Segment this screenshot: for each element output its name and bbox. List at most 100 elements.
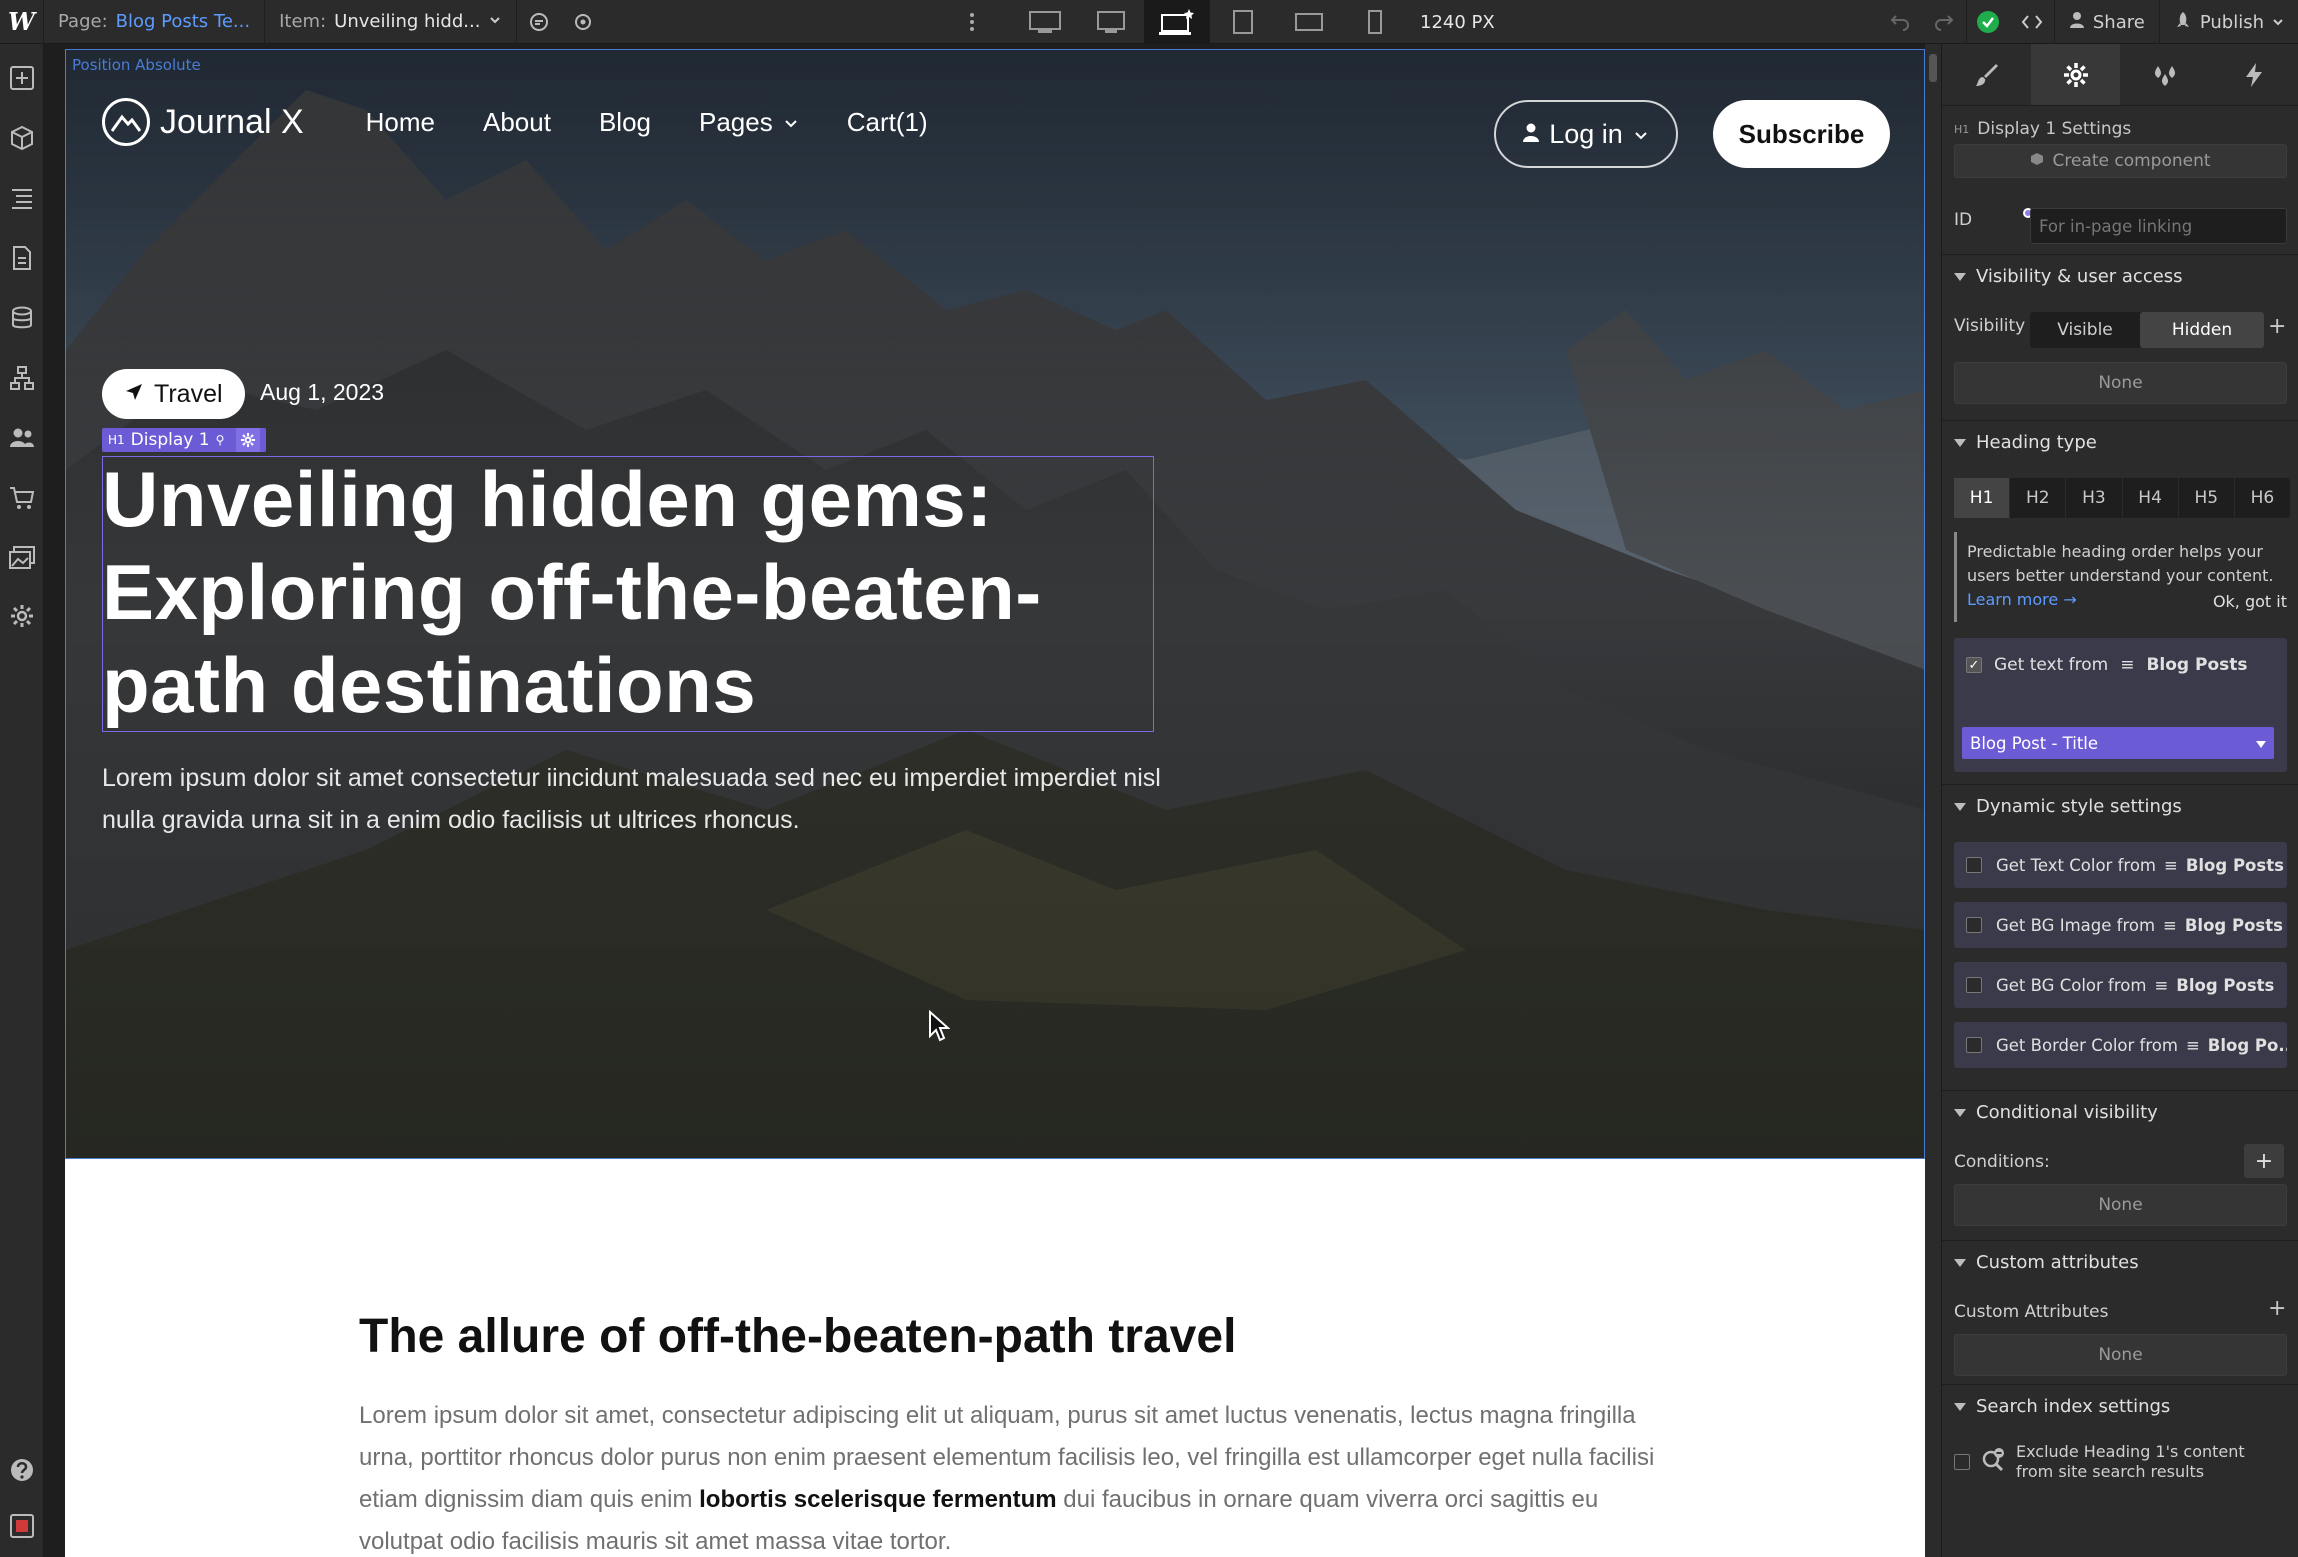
exclude-search-label: Exclude Heading 1's content from site se… [2016, 1442, 2245, 1482]
logic-flow-icon[interactable] [6, 362, 38, 394]
body-paragraph[interactable]: Lorem ipsum dolor sit amet, consectetur … [359, 1395, 1659, 1557]
publish-button[interactable]: Publish [2158, 0, 2298, 44]
dynamic-style-section-header[interactable]: Dynamic style settings [1942, 784, 2298, 828]
scrollbar-thumb[interactable] [1929, 54, 1937, 82]
id-input[interactable] [2030, 208, 2287, 244]
nav-blog[interactable]: Blog [599, 107, 651, 138]
hero-section[interactable]: Position Absolute Journal X Home About B… [65, 49, 1925, 1159]
heading-h3-option[interactable]: H3 [2066, 478, 2123, 518]
selected-element-badge[interactable]: H1 Display 1 ⚲ [102, 428, 267, 452]
get-text-checkbox[interactable]: ✓ [1966, 657, 1982, 673]
hero-heading[interactable]: Unveiling hidden gems: Exploring off-the… [102, 453, 1162, 732]
designer-canvas[interactable]: Position Absolute Journal X Home About B… [65, 49, 1925, 1557]
tab-settings[interactable] [2031, 44, 2120, 105]
dynamic-bg-color-row[interactable]: Get BG Color from ≡ Blog Posts [1954, 962, 2287, 1008]
breakpoint-landscape-icon[interactable] [1276, 0, 1342, 44]
pages-icon[interactable] [6, 242, 38, 274]
code-icon[interactable] [2010, 0, 2054, 44]
dynamic-text-color-checkbox[interactable] [1966, 857, 1982, 873]
heading-h1-option[interactable]: H1 [1954, 478, 2011, 518]
undo-icon[interactable] [1878, 0, 1922, 44]
settings-panel: H1 Display 1 Settings Create component I… [1941, 44, 2298, 1557]
hero-heading-line-2: Exploring off-the-beaten- [102, 548, 1042, 636]
visibility-section-header[interactable]: Visibility & user access [1942, 254, 2298, 298]
custom-attributes-box[interactable]: None [1954, 1334, 2287, 1376]
tab-style[interactable] [1942, 44, 2031, 105]
custom-attributes-section-header[interactable]: Custom attributes [1942, 1240, 2298, 1284]
canvas-scrollbar[interactable] [1925, 44, 1941, 1557]
dynamic-style-section-title: Dynamic style settings [1976, 796, 2182, 817]
element-settings-title-text: Display 1 Settings [1977, 119, 2132, 139]
section-heading[interactable]: The allure of off-the-beaten-path travel [359, 1309, 1236, 1364]
dynamic-border-color-checkbox[interactable] [1966, 1037, 1982, 1053]
element-settings-gear-icon[interactable] [236, 428, 261, 452]
components-cube-icon[interactable] [6, 122, 38, 154]
visible-option[interactable]: Visible [2030, 312, 2140, 348]
dynamic-text-color-row[interactable]: Get Text Color from ≡ Blog Posts [1954, 842, 2287, 888]
more-options-icon[interactable] [950, 0, 994, 44]
ecommerce-cart-icon[interactable] [6, 482, 38, 514]
page-selector[interactable]: Page: Blog Posts Te... [44, 0, 266, 44]
create-component-button[interactable]: Create component [1954, 144, 2287, 178]
comments-icon[interactable] [517, 0, 561, 44]
body-text-bold: lobortis scelerisque fermentum [699, 1486, 1057, 1513]
navigator-icon[interactable] [6, 182, 38, 214]
assets-icon[interactable] [6, 542, 38, 574]
subscribe-button[interactable]: Subscribe [1713, 100, 1890, 168]
field-select-dropdown[interactable]: Blog Post - Title [1962, 727, 2274, 759]
brand-name: Journal X [160, 102, 304, 141]
category-tag[interactable]: Travel [102, 369, 245, 419]
breakpoint-tablet-icon[interactable] [1210, 0, 1276, 44]
heading-h5-option[interactable]: H5 [2179, 478, 2235, 518]
login-button[interactable]: Log in [1494, 100, 1678, 168]
tab-interactions[interactable] [2209, 44, 2298, 105]
get-text-from-row[interactable]: ✓ Get text from ≡ Blog Posts [1954, 650, 2287, 680]
tab-style-manager[interactable] [2120, 44, 2209, 105]
cms-database-icon[interactable] [6, 302, 38, 334]
add-attribute-icon[interactable]: + [2268, 1296, 2286, 1321]
conditions-box[interactable]: None [1954, 1184, 2287, 1226]
exclude-search-checkbox[interactable] [1954, 1454, 1970, 1470]
nav-about[interactable]: About [483, 107, 551, 138]
redo-icon[interactable] [1922, 0, 1966, 44]
breakpoint-xl-icon[interactable] [1078, 0, 1144, 44]
breakpoint-xxl-icon[interactable] [1012, 0, 1078, 44]
conditional-visibility-section-header[interactable]: Conditional visibility [1942, 1090, 2298, 1134]
nav-home[interactable]: Home [366, 107, 435, 138]
dynamic-text-color-collection: Blog Posts [2185, 855, 2284, 875]
learn-more-link[interactable]: Learn more → [1967, 590, 2077, 609]
preview-eye-icon[interactable] [561, 0, 605, 44]
exclude-search-row[interactable]: Exclude Heading 1's content from site se… [1954, 1432, 2287, 1492]
users-icon[interactable] [6, 422, 38, 454]
dynamic-bg-image-checkbox[interactable] [1966, 917, 1982, 933]
breakpoint-desktop-icon[interactable] [1144, 0, 1210, 44]
video-tutorial-icon[interactable] [6, 1510, 38, 1542]
heading-h2-option[interactable]: H2 [2010, 478, 2067, 518]
item-selector[interactable]: Item: Unveiling hidd... [265, 0, 518, 44]
settings-gear-icon[interactable] [6, 600, 38, 632]
dynamic-border-color-row[interactable]: Get Border Color from ≡ Blog Po... [1954, 1022, 2287, 1068]
share-button[interactable]: Share [2053, 0, 2159, 44]
breakpoint-mobile-icon[interactable] [1342, 0, 1408, 44]
status-check-icon[interactable] [1965, 0, 2010, 44]
webflow-logo[interactable]: W [0, 0, 44, 44]
add-element-icon[interactable] [6, 62, 38, 94]
heading-h4-option[interactable]: H4 [2123, 478, 2179, 518]
visibility-conditions-box[interactable]: None [1954, 362, 2287, 404]
collection-icon: ≡ [2164, 855, 2178, 875]
help-icon[interactable] [6, 1454, 38, 1486]
hidden-option[interactable]: Hidden [2140, 312, 2264, 348]
hero-description[interactable]: Lorem ipsum dolor sit amet consectetur i… [102, 757, 1162, 841]
conditions-label: Conditions: [1954, 1152, 2050, 1172]
dynamic-bg-color-checkbox[interactable] [1966, 977, 1982, 993]
add-condition-button[interactable]: + [2244, 1144, 2284, 1178]
dynamic-bg-image-row[interactable]: Get BG Image from ≡ Blog Posts [1954, 902, 2287, 948]
nav-cart[interactable]: Cart(1) [847, 107, 928, 138]
add-visibility-icon[interactable]: + [2268, 314, 2286, 339]
ok-got-it-button[interactable]: Ok, got it [2213, 590, 2287, 614]
search-index-section-header[interactable]: Search index settings [1942, 1384, 2298, 1428]
heading-type-section-header[interactable]: Heading type [1942, 420, 2298, 464]
brand-logo[interactable]: Journal X [102, 98, 304, 146]
nav-pages[interactable]: Pages [699, 107, 799, 138]
heading-h6-option[interactable]: H6 [2235, 478, 2290, 518]
